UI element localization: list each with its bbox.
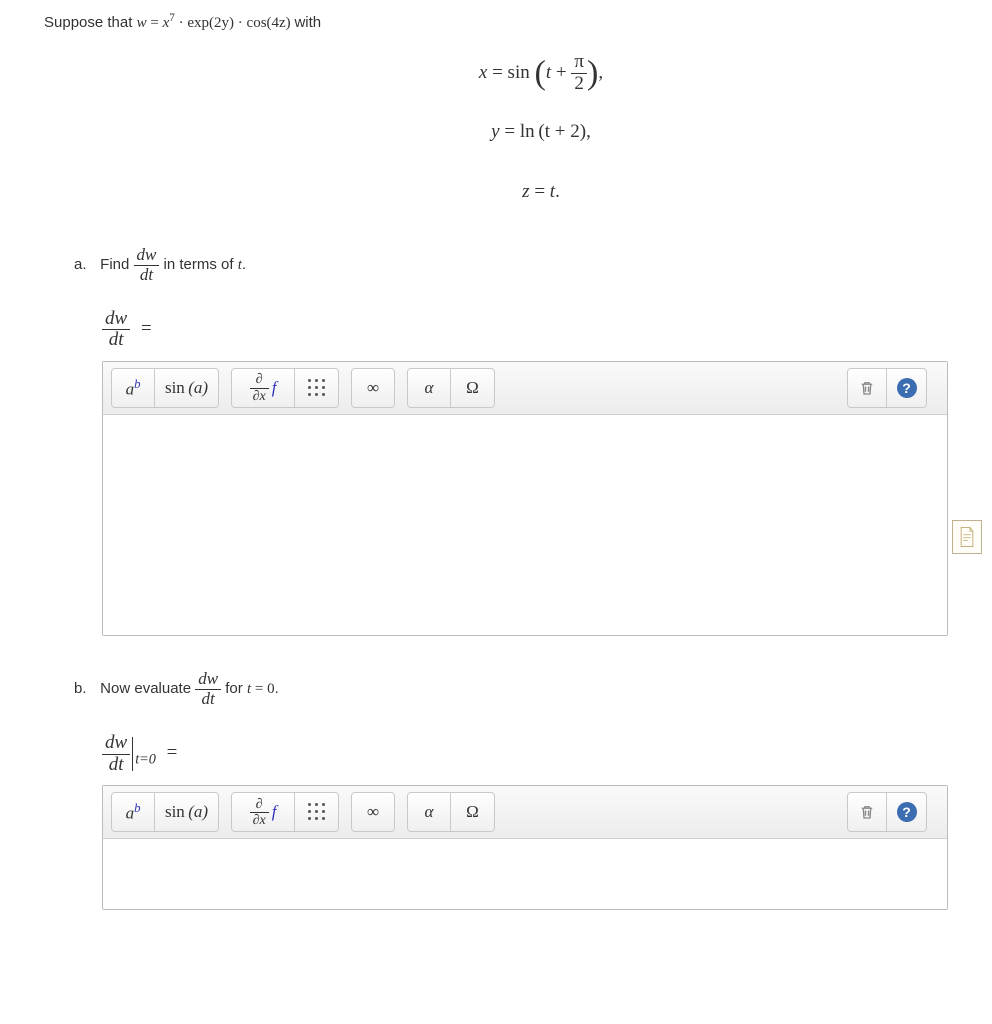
trash-icon (858, 803, 876, 821)
intro-prefix: Suppose that (44, 14, 137, 31)
page-note-icon[interactable] (952, 520, 982, 554)
intro-suffix: with (294, 14, 321, 31)
toolbar-alpha-button[interactable]: α (407, 792, 451, 832)
toolbar-trig-button[interactable]: sin (a) (155, 792, 219, 832)
answer-a-label: dw dt = (102, 309, 948, 352)
grid-icon (308, 379, 326, 397)
equation-x: x = sin (t + π2), (134, 48, 948, 97)
toolbar-alpha-button[interactable]: α (407, 368, 451, 408)
equation-y: y = ln (t + 2), (134, 107, 948, 156)
help-icon: ? (897, 802, 917, 822)
answer-b-block: dw dt t=0 = ab sin (a) ∂ (102, 733, 948, 911)
toolbar-b: ab sin (a) ∂ ∂x f (103, 786, 947, 839)
part-b: b. Now evaluate dw dt for t = 0. (74, 670, 948, 708)
toolbar-power-button[interactable]: ab (111, 368, 155, 408)
answer-input-b[interactable] (103, 839, 947, 909)
grid-icon (308, 803, 326, 821)
help-icon: ? (897, 378, 917, 398)
toolbar-more-button[interactable] (295, 792, 339, 832)
toolbar-derivative-button[interactable]: ∂ ∂x f (231, 368, 295, 408)
answer-a-block: dw dt = ab sin (a) ∂ (102, 309, 948, 637)
toolbar-clear-button[interactable] (847, 792, 887, 832)
toolbar-omega-button[interactable]: Ω (451, 792, 495, 832)
toolbar-power-button[interactable]: ab (111, 792, 155, 832)
toolbar-omega-button[interactable]: Ω (451, 368, 495, 408)
toolbar-help-button[interactable]: ? (887, 792, 927, 832)
equation-z: z = t. (134, 167, 948, 216)
toolbar-clear-button[interactable] (847, 368, 887, 408)
toolbar-infinity-button[interactable]: ∞ (351, 368, 395, 408)
equation-editor-a: ab sin (a) ∂ ∂x f (102, 361, 948, 636)
given-equations: x = sin (t + π2), y = ln (t + 2), z = t. (44, 48, 948, 216)
toolbar-trig-button[interactable]: sin (a) (155, 368, 219, 408)
answer-input-a[interactable] (103, 415, 947, 635)
toolbar-more-button[interactable] (295, 368, 339, 408)
answer-b-label: dw dt t=0 = (102, 733, 948, 776)
part-a: a. Find dw dt in terms of t. (74, 246, 948, 284)
toolbar-a: ab sin (a) ∂ ∂x f (103, 362, 947, 415)
equation-editor-b: ab sin (a) ∂ ∂x f (102, 785, 948, 910)
problem-statement: Suppose that w = x7 · exp(2y) · cos(4z) … (44, 12, 948, 32)
toolbar-help-button[interactable]: ? (887, 368, 927, 408)
document-icon (958, 526, 976, 548)
toolbar-infinity-button[interactable]: ∞ (351, 792, 395, 832)
trash-icon (858, 379, 876, 397)
part-b-label: b. (74, 680, 96, 697)
toolbar-derivative-button[interactable]: ∂ ∂x f (231, 792, 295, 832)
part-a-label: a. (74, 256, 96, 273)
